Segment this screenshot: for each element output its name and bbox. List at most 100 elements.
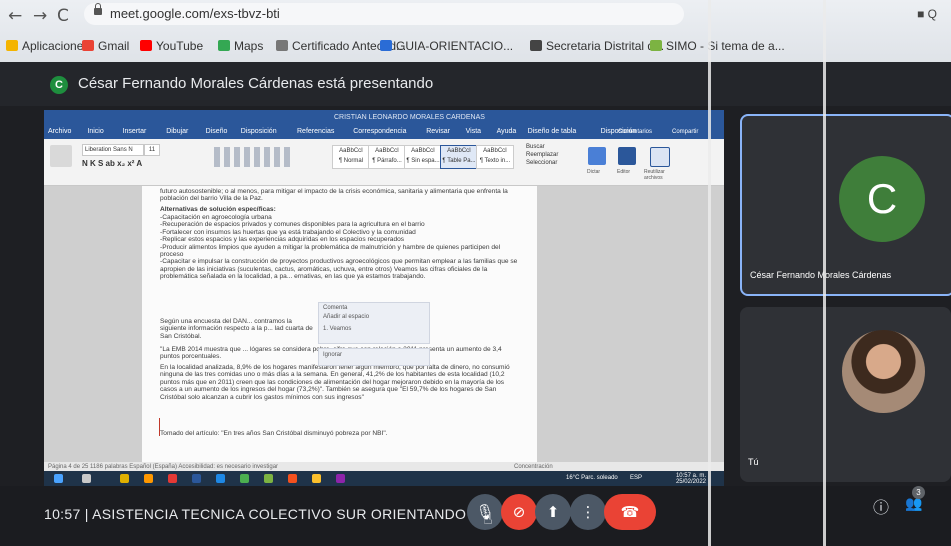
search-tool[interactable]: Buscar — [526, 143, 558, 151]
reload-icon[interactable]: C — [57, 6, 69, 26]
arrow-left-icon[interactable]: ← — [8, 6, 22, 26]
doc-paragraph-intro: futuro autosostenible; o al menos, para … — [160, 188, 508, 203]
paragraph-controls[interactable] — [214, 147, 294, 167]
ribbon-tab[interactable]: Revisar — [426, 128, 450, 135]
app-icon[interactable] — [168, 474, 177, 483]
comments-button[interactable]: Comentarios — [618, 129, 652, 135]
self-avatar-photo — [842, 330, 925, 413]
app-icon[interactable] — [216, 474, 225, 483]
word-icon[interactable] — [192, 474, 201, 483]
ribbon-tab[interactable]: Inicio — [87, 128, 103, 135]
ribbon-tab[interactable]: Archivo — [48, 128, 71, 135]
bookmark-item[interactable]: SIMO - Si tema de a... — [650, 39, 785, 53]
search-icon[interactable] — [82, 474, 91, 483]
lock-icon — [94, 3, 102, 15]
address-bar[interactable]: meet.google.com/exs-tbvz-bti — [84, 3, 684, 25]
comment-title: Comenta — [323, 305, 348, 311]
ribbon-tab[interactable]: Dibujar — [166, 128, 188, 135]
style-option[interactable]: AaBbCcI ¶ Table Pa... — [440, 145, 478, 169]
bookmark-item[interactable]: YouTube — [140, 39, 203, 53]
paste-icon[interactable] — [50, 145, 72, 167]
present-button[interactable]: ⬆ — [535, 494, 571, 530]
app-icon[interactable] — [288, 474, 297, 483]
weather-text: 16°C Parc. soleado — [566, 475, 618, 481]
replace-tool[interactable]: Reemplazar — [526, 151, 558, 159]
app-icon[interactable] — [336, 474, 345, 483]
style-sample: AaBbCcI — [483, 148, 507, 154]
editor-icon[interactable] — [618, 147, 636, 165]
ignore-label[interactable]: Ignorar — [319, 349, 429, 362]
style-option[interactable]: AaBbCcI ¶ Párrafo... — [368, 145, 406, 169]
doc-bullet: -Replicar estos espacios y las experienc… — [160, 236, 405, 244]
doc-bullet: -Producir alimentos limpios que ayuden a… — [160, 243, 501, 259]
ribbon-tab[interactable]: Disposición — [241, 128, 277, 135]
doc-heading: Alternativas de solución específicas: — [160, 206, 276, 213]
bookmark-icon — [276, 40, 288, 51]
comment-suggestion[interactable]: 1. Veamos — [319, 322, 429, 333]
word-titlebar: CRISTIAN LEONARDO MORALES CARDENAS — [44, 110, 724, 126]
bookmark-item[interactable]: Gmail — [82, 39, 129, 53]
meeting-controls: 10:57 | ASISTENCIA TECNICA COLECTIVO SUR… — [0, 486, 951, 546]
presenter-avatar: C — [50, 76, 68, 94]
ribbon-tab[interactable]: Diseño de tabla — [528, 128, 577, 135]
ribbon-tab[interactable]: Ayuda — [497, 128, 517, 135]
bookmarks-bar: Aplicaciones Gmail YouTube Maps Certificado … — [0, 36, 951, 58]
arrow-right-icon[interactable]: → — [33, 6, 47, 26]
bookmark-item[interactable]: Maps — [218, 39, 263, 53]
language-indicator: ESP — [630, 475, 643, 481]
microphone-icon[interactable] — [588, 147, 606, 165]
format-buttons[interactable]: N K S ab x₂ x² A — [82, 159, 142, 168]
bookmark-item[interactable]: Secretaria Distrital d... — [530, 39, 664, 53]
bookmark-label: Secretaria Distrital d... — [546, 39, 665, 53]
font-name-box[interactable]: Liberation Sans N — [82, 144, 144, 156]
bookmark-label: SIMO - Si tema de a... — [666, 39, 785, 53]
self-label: Tú — [748, 457, 759, 467]
app-icon[interactable] — [144, 474, 153, 483]
style-sample: AaBbCcI — [339, 148, 363, 154]
browser-menu-icon[interactable]: ■ Q — [917, 7, 937, 21]
comment-action[interactable]: Añadir al espacio — [319, 314, 429, 321]
bookmark-label: GUIA-ORIENTACIO... — [396, 39, 514, 53]
hangup-button[interactable]: ☎ — [604, 494, 656, 530]
focus-mode-button[interactable]: Concentración — [514, 464, 553, 470]
style-name: ¶ Sin espa... — [406, 158, 440, 164]
doc-bullet: -Capacitar e impulsar la construcción de… — [160, 258, 518, 281]
style-name: ¶ Texto in... — [479, 158, 511, 164]
bookmark-label: YouTube — [156, 39, 204, 53]
style-option[interactable]: AaBbCcI ¶ Sin espa... — [404, 145, 442, 169]
participant-tile-self[interactable]: Tú — [740, 307, 951, 482]
font-size-box[interactable]: 11 — [144, 144, 160, 156]
app-icon[interactable] — [264, 474, 273, 483]
ribbon-tab[interactable]: Diseño — [206, 128, 228, 135]
camera-button[interactable]: ⊘ — [501, 494, 537, 530]
style-option[interactable]: AaBbCcI ¶ Texto in... — [476, 145, 514, 169]
doc-paragraph-locality: En la localidad analizada, 8,9% de los h… — [160, 364, 510, 401]
more-options-button[interactable]: ⋮ — [570, 494, 606, 530]
app-icon[interactable] — [240, 474, 249, 483]
bookmark-item[interactable]: GUIA-ORIENTACIO... — [380, 39, 513, 53]
doc-paragraph-survey: Según una encuesta del DAN... contramos … — [160, 318, 313, 340]
windows-start-icon[interactable] — [54, 474, 63, 483]
comment-ignore[interactable]: Ignorar — [318, 348, 430, 366]
style-sample: AaBbCcI — [447, 148, 471, 154]
comment-popup[interactable]: Comenta Añadir al espacio 1. Veamos — [318, 302, 430, 344]
bookmark-icon — [650, 40, 662, 51]
participant-tile-presenter[interactable]: C César Fernando Morales Cárdenas — [740, 114, 951, 296]
ribbon-tab[interactable]: Insertar — [123, 128, 147, 135]
document-page[interactable]: futuro autosostenible; o al menos, para … — [142, 186, 537, 462]
bookmark-item[interactable]: Aplicaciones — [6, 39, 89, 53]
chrome-icon[interactable] — [120, 474, 129, 483]
style-option[interactable]: AaBbCcI ¶ Normal — [332, 145, 370, 169]
share-button[interactable]: Compartir — [672, 129, 698, 135]
status-left: Página 4 de 25 1186 palabras Español (Es… — [48, 464, 279, 470]
ribbon-tab[interactable]: Vista — [466, 128, 481, 135]
select-tool[interactable]: Seleccionar — [526, 159, 558, 167]
ribbon-tab[interactable]: Referencias — [297, 128, 334, 135]
info-icon[interactable]: ⓘ — [873, 494, 889, 518]
styles-gallery: AaBbCcI ¶ Normal AaBbCcI ¶ Párrafo... AaBbCc… — [332, 139, 514, 179]
ribbon-tab[interactable]: Correspondencia — [353, 128, 406, 135]
edit-tools[interactable]: Buscar Reemplazar Seleccionar — [526, 143, 558, 167]
app-icon[interactable] — [312, 474, 321, 483]
reuse-files-icon[interactable] — [650, 147, 670, 167]
hangup-icon: ☎ — [620, 503, 640, 521]
